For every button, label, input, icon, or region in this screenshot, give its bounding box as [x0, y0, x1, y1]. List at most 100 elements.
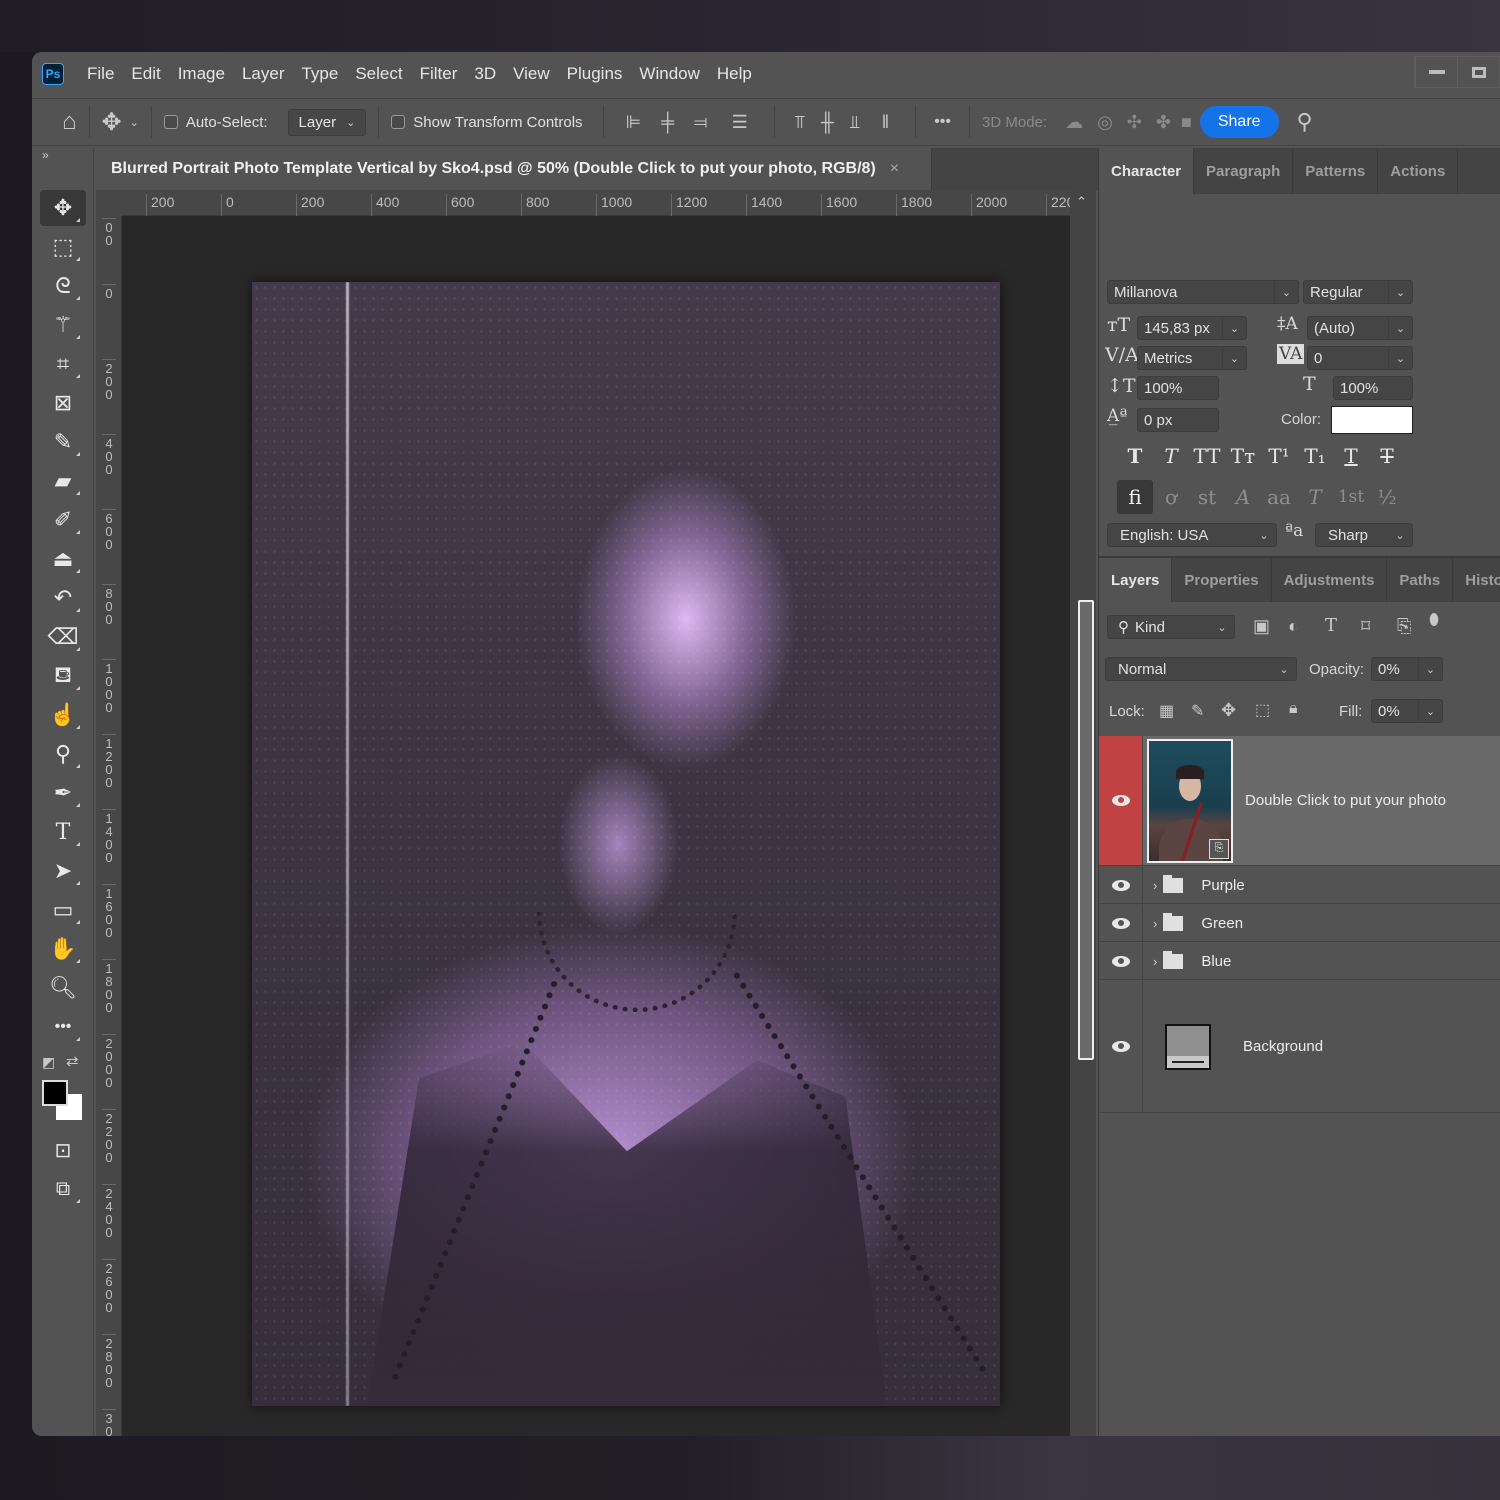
screen-mode-button[interactable]: ⧉: [40, 1171, 86, 1207]
tab-layers[interactable]: Layers: [1099, 558, 1173, 602]
kerning-field[interactable]: Metrics ⌄: [1137, 346, 1247, 370]
clone-stamp-tool[interactable]: ⏏: [40, 541, 86, 577]
menu-filter[interactable]: Filter: [420, 64, 458, 84]
lock-image-pixels-icon[interactable]: ✎: [1191, 701, 1204, 721]
discretionary-ligatures-button[interactable]: st: [1189, 480, 1225, 514]
home-icon[interactable]: ⌂: [62, 108, 77, 136]
strikethrough-button[interactable]: T: [1369, 444, 1405, 468]
leading-field[interactable]: (Auto) ⌄: [1307, 316, 1413, 340]
layer-row-green[interactable]: › Green: [1099, 905, 1500, 942]
expand-group-chevron-icon[interactable]: ›: [1153, 878, 1157, 893]
menu-window[interactable]: Window: [639, 64, 699, 84]
drag-3d-icon[interactable]: ✣: [1127, 112, 1142, 133]
faux-bold-button[interactable]: T: [1117, 444, 1153, 468]
slide-3d-icon[interactable]: ✤: [1156, 112, 1171, 133]
quick-mask-button[interactable]: ⊡: [40, 1132, 86, 1168]
rectangle-tool[interactable]: ▭: [40, 892, 86, 928]
tab-adjustments[interactable]: Adjustments: [1272, 558, 1388, 602]
filter-adjustment-layers-icon[interactable]: ◐: [1288, 616, 1299, 637]
magic-wand-tool[interactable]: ⚚: [40, 307, 86, 343]
menu-help[interactable]: Help: [717, 64, 752, 84]
tab-history[interactable]: History: [1453, 558, 1500, 602]
subscript-button[interactable]: T₁: [1297, 444, 1333, 468]
standard-ligatures-button[interactable]: ﬁ: [1117, 480, 1153, 514]
horizontal-ruler[interactable]: 200 0 200 400 600 800 1000 1200 1400 1600 1800 2000…: [96, 190, 1081, 216]
expand-group-chevron-icon[interactable]: ›: [1153, 916, 1157, 931]
text-color-swatch[interactable]: [1331, 406, 1413, 434]
align-vertical-centers-icon[interactable]: ╫: [821, 112, 834, 133]
opacity-field[interactable]: 0% ⌄: [1371, 657, 1443, 681]
path-selection-tool[interactable]: ➤: [40, 853, 86, 889]
stylistic-alternates-button[interactable]: aa: [1261, 480, 1297, 514]
rectangular-marquee-tool[interactable]: ⬚: [40, 229, 86, 265]
layer-visibility-toggle[interactable]: [1099, 867, 1143, 903]
distribute-horizontal-icon[interactable]: ☰: [732, 112, 748, 133]
language-dropdown[interactable]: English: USA ⌄: [1107, 523, 1277, 547]
orbit-3d-icon[interactable]: ☁: [1065, 112, 1083, 133]
font-style-dropdown[interactable]: Regular ⌄: [1303, 280, 1413, 304]
titling-alternates-button[interactable]: T: [1297, 480, 1333, 514]
tab-character[interactable]: Character: [1099, 148, 1195, 194]
scroll-up-icon[interactable]: ⌃: [1076, 194, 1087, 210]
move-tool[interactable]: ✥: [40, 190, 86, 226]
frame-tool[interactable]: ⊠: [40, 385, 86, 421]
blend-mode-dropdown[interactable]: Normal ⌄: [1105, 657, 1297, 681]
menu-edit[interactable]: Edit: [131, 64, 160, 84]
more-options-icon[interactable]: •••: [934, 113, 951, 131]
dodge-tool[interactable]: ⚲: [40, 736, 86, 772]
pen-tool[interactable]: ✒: [40, 775, 86, 811]
tool-preset-chevron-icon[interactable]: ⌄: [130, 116, 139, 129]
document-tab[interactable]: Blurred Portrait Photo Template Vertical…: [96, 148, 932, 190]
move-icon[interactable]: ✥: [102, 108, 122, 137]
filter-pixel-layers-icon[interactable]: ▣: [1253, 616, 1270, 637]
contextual-alternates-button[interactable]: ơ: [1153, 480, 1189, 514]
tab-paths[interactable]: Paths: [1387, 558, 1454, 602]
ruler-origin[interactable]: [96, 190, 122, 216]
align-bottom-edges-icon[interactable]: ⫫: [850, 112, 860, 133]
minimize-button[interactable]: [1415, 57, 1457, 87]
fill-field[interactable]: 0% ⌄: [1371, 699, 1443, 723]
auto-select-target-dropdown[interactable]: Layer ⌄: [287, 108, 367, 136]
fractions-button[interactable]: ½: [1369, 480, 1405, 514]
maximize-button[interactable]: [1457, 57, 1499, 87]
menu-layer[interactable]: Layer: [242, 64, 285, 84]
ordinals-button[interactable]: 1st: [1333, 480, 1369, 514]
tab-paragraph[interactable]: Paragraph: [1194, 148, 1294, 194]
lasso-tool[interactable]: ᘓ: [40, 268, 86, 304]
menu-image[interactable]: Image: [178, 64, 225, 84]
menu-plugins[interactable]: Plugins: [567, 64, 623, 84]
anti-aliasing-dropdown[interactable]: Sharp ⌄: [1315, 523, 1413, 547]
show-transform-controls-checkbox[interactable]: Show Transform Controls: [391, 114, 583, 131]
layer-filter-kind-dropdown[interactable]: ⚲ Kind ⌄: [1107, 615, 1235, 639]
swash-button[interactable]: A: [1225, 480, 1261, 514]
menu-select[interactable]: Select: [355, 64, 402, 84]
checkbox-box[interactable]: [163, 115, 178, 129]
lock-artboard-icon[interactable]: ⬚: [1255, 700, 1270, 720]
scrollbar-thumb[interactable]: [1078, 600, 1094, 1060]
checkbox-box[interactable]: [391, 115, 406, 129]
layer-visibility-toggle[interactable]: [1099, 905, 1143, 941]
paint-bucket-tool[interactable]: ⛾: [40, 658, 86, 694]
baseline-shift-field[interactable]: 0 px: [1137, 408, 1219, 432]
faux-italic-button[interactable]: T: [1153, 444, 1189, 468]
layer-row-photo[interactable]: ⎘ Double Click to put your photo: [1099, 736, 1500, 866]
spot-healing-tool[interactable]: ▰: [40, 463, 86, 499]
layer-row-background[interactable]: Background: [1099, 981, 1500, 1113]
history-brush-tool[interactable]: ↶: [40, 580, 86, 616]
edit-toolbar-button[interactable]: •••: [40, 1009, 86, 1045]
menu-view[interactable]: View: [513, 64, 550, 84]
superscript-button[interactable]: T¹: [1261, 444, 1297, 468]
align-top-edges-icon[interactable]: ⫪: [795, 112, 805, 133]
canvas-area[interactable]: [122, 216, 1070, 1436]
layer-visibility-toggle[interactable]: [1099, 981, 1143, 1112]
collapse-panel-icon[interactable]: »: [42, 148, 49, 162]
tab-patterns[interactable]: Patterns: [1293, 148, 1379, 194]
eyedropper-tool[interactable]: ✎: [40, 424, 86, 460]
roll-3d-icon[interactable]: ◎: [1097, 112, 1113, 133]
vertical-scale-field[interactable]: 100%: [1137, 376, 1219, 400]
tracking-field[interactable]: 0 ⌄: [1307, 346, 1413, 370]
lock-transparent-pixels-icon[interactable]: ▦: [1159, 701, 1174, 721]
tab-actions[interactable]: Actions: [1378, 148, 1459, 194]
expand-group-chevron-icon[interactable]: ›: [1153, 954, 1157, 969]
lock-all-icon[interactable]: 🔒︎: [1289, 700, 1298, 718]
